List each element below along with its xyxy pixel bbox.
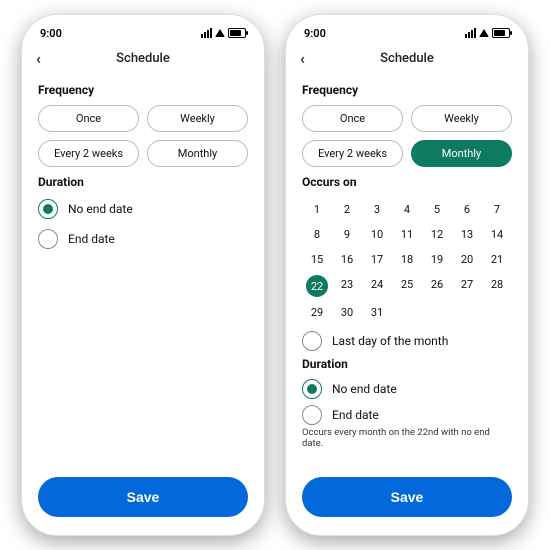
duration-label: Duration <box>38 175 248 189</box>
calendar-day[interactable]: 6 <box>452 197 482 222</box>
status-time: 9:00 <box>304 27 326 40</box>
save-button[interactable]: Save <box>38 477 248 517</box>
footer: Save <box>286 467 528 535</box>
calendar-day[interactable]: 15 <box>302 247 332 272</box>
status-icons <box>465 28 510 38</box>
status-bar: 9:00 <box>286 15 528 43</box>
status-icons <box>201 28 246 38</box>
calendar-day[interactable]: 4 <box>392 197 422 222</box>
end-date-label: End date <box>332 408 379 422</box>
calendar-day[interactable]: 5 <box>422 197 452 222</box>
no-end-label: No end date <box>332 382 397 396</box>
wifi-icon <box>479 29 489 37</box>
calendar-grid: 1234567891011121314151617181920212223242… <box>302 197 512 325</box>
radio-no-end[interactable] <box>302 379 322 399</box>
page-title: Schedule <box>116 51 170 66</box>
radio-end-date[interactable] <box>38 229 58 249</box>
duration-label: Duration <box>302 357 512 371</box>
calendar-day[interactable]: 27 <box>452 272 482 300</box>
calendar-day[interactable]: 25 <box>392 272 422 300</box>
calendar-day[interactable]: 23 <box>332 272 362 300</box>
calendar-day[interactable]: 7 <box>482 197 512 222</box>
calendar-day[interactable]: 12 <box>422 222 452 247</box>
radio-no-end[interactable] <box>38 199 58 219</box>
calendar-day[interactable]: 20 <box>452 247 482 272</box>
summary-text: Occurs every month on the 22nd with no e… <box>302 427 512 449</box>
calendar-day[interactable]: 29 <box>302 300 332 325</box>
frequency-label: Frequency <box>302 83 512 97</box>
calendar-day[interactable]: 18 <box>392 247 422 272</box>
signal-icon <box>465 28 476 38</box>
freq-once[interactable]: Once <box>302 105 403 132</box>
signal-icon <box>201 28 212 38</box>
calendar-day[interactable]: 14 <box>482 222 512 247</box>
calendar-day[interactable]: 13 <box>452 222 482 247</box>
calendar-day[interactable]: 26 <box>422 272 452 300</box>
battery-icon <box>492 28 510 38</box>
calendar-day[interactable]: 31 <box>362 300 392 325</box>
navbar: ‹ Schedule <box>22 43 264 73</box>
phone-left: 9:00 ‹ Schedule Frequency Once Weekly Ev… <box>21 14 265 536</box>
calendar-day[interactable]: 22 <box>302 272 332 300</box>
freq-weekly[interactable]: Weekly <box>147 105 248 132</box>
calendar-day[interactable]: 28 <box>482 272 512 300</box>
content: Frequency Once Weekly Every 2 weeks Mont… <box>286 73 528 467</box>
status-time: 9:00 <box>40 27 62 40</box>
battery-icon <box>228 28 246 38</box>
freq-weekly[interactable]: Weekly <box>411 105 512 132</box>
back-icon[interactable]: ‹ <box>300 49 305 68</box>
calendar-day[interactable]: 3 <box>362 197 392 222</box>
last-day-label: Last day of the month <box>332 334 448 348</box>
radio-last-day[interactable] <box>302 331 322 351</box>
freq-monthly[interactable]: Monthly <box>411 140 512 167</box>
content: Frequency Once Weekly Every 2 weeks Mont… <box>22 73 264 467</box>
status-bar: 9:00 <box>22 15 264 43</box>
calendar-day[interactable]: 11 <box>392 222 422 247</box>
calendar-day[interactable]: 16 <box>332 247 362 272</box>
calendar-day[interactable]: 1 <box>302 197 332 222</box>
navbar: ‹ Schedule <box>286 43 528 73</box>
back-icon[interactable]: ‹ <box>36 49 41 68</box>
calendar-day[interactable]: 2 <box>332 197 362 222</box>
freq-every2[interactable]: Every 2 weeks <box>302 140 403 167</box>
calendar-day[interactable]: 8 <box>302 222 332 247</box>
calendar-day[interactable]: 21 <box>482 247 512 272</box>
radio-end-date[interactable] <box>302 405 322 425</box>
calendar-day[interactable]: 24 <box>362 272 392 300</box>
freq-monthly[interactable]: Monthly <box>147 140 248 167</box>
footer: Save <box>22 467 264 535</box>
end-date-label: End date <box>68 232 115 246</box>
save-button[interactable]: Save <box>302 477 512 517</box>
calendar-day[interactable]: 9 <box>332 222 362 247</box>
calendar-day[interactable]: 10 <box>362 222 392 247</box>
occurs-label: Occurs on <box>302 175 512 189</box>
no-end-label: No end date <box>68 202 133 216</box>
calendar-day[interactable]: 19 <box>422 247 452 272</box>
phone-right: 9:00 ‹ Schedule Frequency Once Weekly Ev… <box>285 14 529 536</box>
page-title: Schedule <box>380 51 434 66</box>
calendar-day[interactable]: 17 <box>362 247 392 272</box>
freq-every2[interactable]: Every 2 weeks <box>38 140 139 167</box>
calendar-day[interactable]: 30 <box>332 300 362 325</box>
frequency-label: Frequency <box>38 83 248 97</box>
wifi-icon <box>215 29 225 37</box>
freq-once[interactable]: Once <box>38 105 139 132</box>
